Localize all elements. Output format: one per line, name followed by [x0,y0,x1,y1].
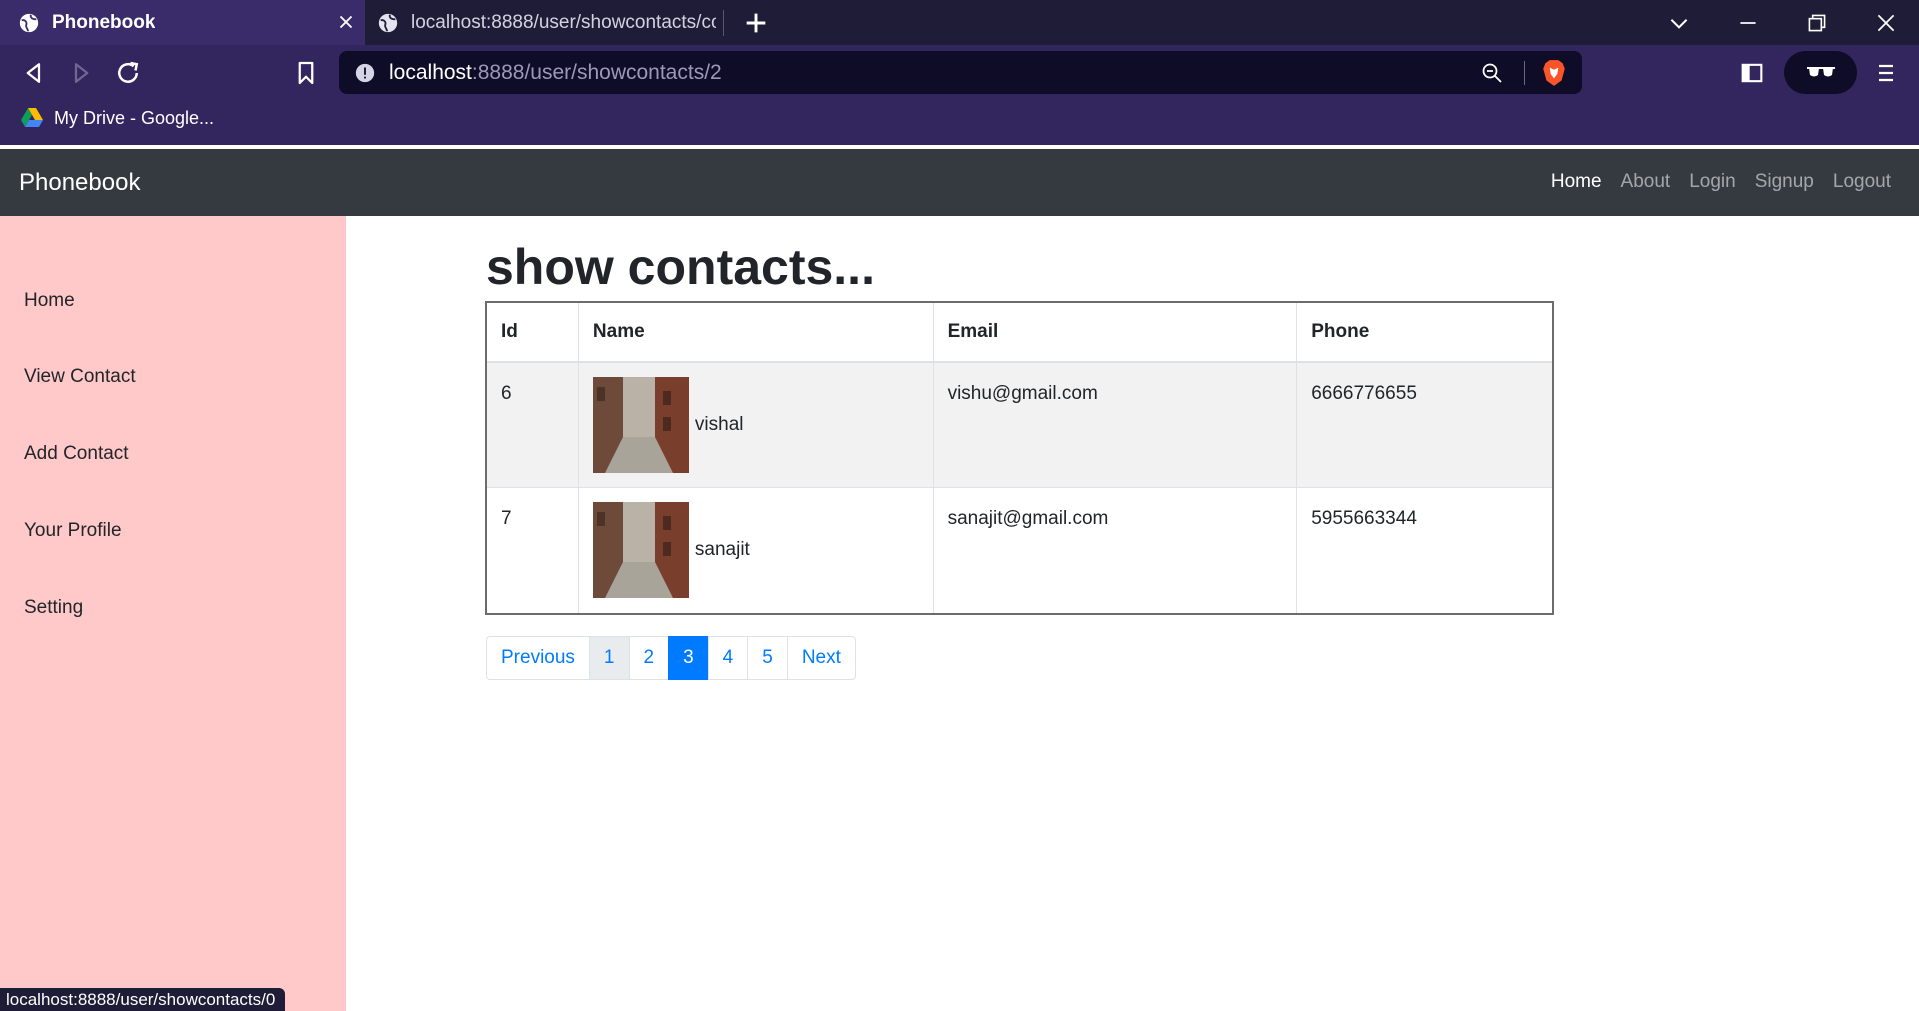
close-tab-icon[interactable] [335,11,357,33]
site-info-icon[interactable] [354,62,376,84]
contact-avatar[interactable] [592,502,689,598]
globe-icon [378,13,398,32]
pagination-next[interactable]: Next [786,636,856,680]
table-row: 7 sanajit sanajit@gmail.com 5955663344 [486,487,1553,614]
pagination: Previous 1 2 3 4 5 Next [486,636,856,680]
globe-icon [19,13,39,32]
site-navbar: Phonebook Home About Login Signup Logout [0,149,1919,216]
pagination-page-1[interactable]: 1 [588,636,630,680]
pagination-previous[interactable]: Previous [486,636,590,680]
zoom-magnifier-icon[interactable] [1480,61,1504,85]
sunglasses-icon [1807,67,1835,77]
tab-showcontacts[interactable]: localhost:8888/user/showcontacts/con [365,0,725,45]
close-window-icon[interactable] [1873,10,1899,36]
nav-link-home[interactable]: Home [1551,171,1602,193]
contact-avatar[interactable] [592,376,689,473]
contact-name[interactable]: vishal [695,414,744,436]
restore-icon[interactable] [1804,10,1830,36]
link-status-bar: localhost:8888/user/showcontacts/0 [0,988,286,1011]
url-path: :8888/user/showcontacts/2 [471,61,722,84]
browser-tab-strip: Phonebook localhost:8888/user/showcontac… [0,0,1919,45]
column-header-phone: Phone [1296,302,1553,363]
column-header-id: Id [486,302,579,363]
sidebar-item-your-profile[interactable]: Your Profile [24,520,122,542]
contact-name-cell: sanajit [577,487,934,614]
nav-link-login[interactable]: Login [1689,171,1736,193]
page-title: show contacts... [486,239,875,295]
column-header-email: Email [932,302,1298,363]
bookmark-label: My Drive - Google... [54,107,215,128]
nav-link-signup[interactable]: Signup [1755,171,1814,193]
forward-arrow-icon[interactable] [66,58,96,88]
tab-title: localhost:8888/user/showcontacts/con [411,11,716,33]
pagination-page-2[interactable]: 2 [628,636,670,680]
brave-shields-icon[interactable] [1541,59,1567,87]
column-header-name: Name [577,302,934,363]
pagination-page-3[interactable]: 3 [668,636,709,680]
tab-divider [723,10,724,36]
sidebar-item-setting[interactable]: Setting [24,597,83,619]
address-bar-divider [1524,61,1525,85]
back-arrow-icon[interactable] [19,58,49,88]
nav-link-about[interactable]: About [1621,171,1671,193]
contact-email: sanajit@gmail.com [932,487,1298,614]
hamburger-menu-icon[interactable] [1872,59,1900,87]
minimize-icon[interactable] [1735,10,1761,36]
contact-phone: 5955663344 [1296,487,1553,614]
private-mode-badge[interactable] [1784,51,1857,94]
bookmark-my-drive[interactable]: My Drive - Google... [20,107,214,129]
site-brand[interactable]: Phonebook [19,169,140,197]
pagination-page-4[interactable]: 4 [707,636,749,680]
contacts-table: Id Name Email Phone 6 vishal vishu@gmail… [485,301,1554,615]
sidebar-item-view-contact[interactable]: View Contact [24,366,136,388]
tab-phonebook[interactable]: Phonebook [0,0,365,45]
url-text[interactable]: localhost:8888/user/showcontacts/2 [389,61,722,85]
pagination-page-5[interactable]: 5 [747,636,788,680]
contact-name-cell: vishal [577,361,934,488]
sidebar-item-add-contact[interactable]: Add Contact [24,443,129,465]
google-drive-icon [21,108,43,127]
contact-id: 6 [486,361,579,488]
contact-phone: 6666776655 [1296,361,1553,488]
site-nav-links: Home About Login Signup Logout [1532,171,1891,193]
table-row: 6 vishal vishu@gmail.com 6666776655 [486,361,1553,488]
sidebar-item-home[interactable]: Home [24,290,75,312]
sidebar-toggle-icon[interactable] [1738,59,1766,87]
sidebar: Home View Contact Add Contact Your Profi… [0,216,346,1011]
url-host: localhost [389,61,472,84]
contact-name[interactable]: sanajit [695,539,750,561]
browser-toolbar: localhost:8888/user/showcontacts/2 My Dr [0,45,1919,145]
address-bar[interactable]: localhost:8888/user/showcontacts/2 [339,51,1582,94]
reload-icon[interactable] [113,58,143,88]
bookmark-icon[interactable] [291,58,321,88]
tab-list-chevron-icon[interactable] [1666,10,1692,36]
nav-link-logout[interactable]: Logout [1833,171,1891,193]
table-header-row: Id Name Email Phone [486,302,1553,363]
new-tab-plus-icon[interactable] [742,9,770,37]
tab-title: Phonebook [52,11,156,33]
contact-email: vishu@gmail.com [932,361,1298,488]
contact-id: 7 [486,487,579,614]
